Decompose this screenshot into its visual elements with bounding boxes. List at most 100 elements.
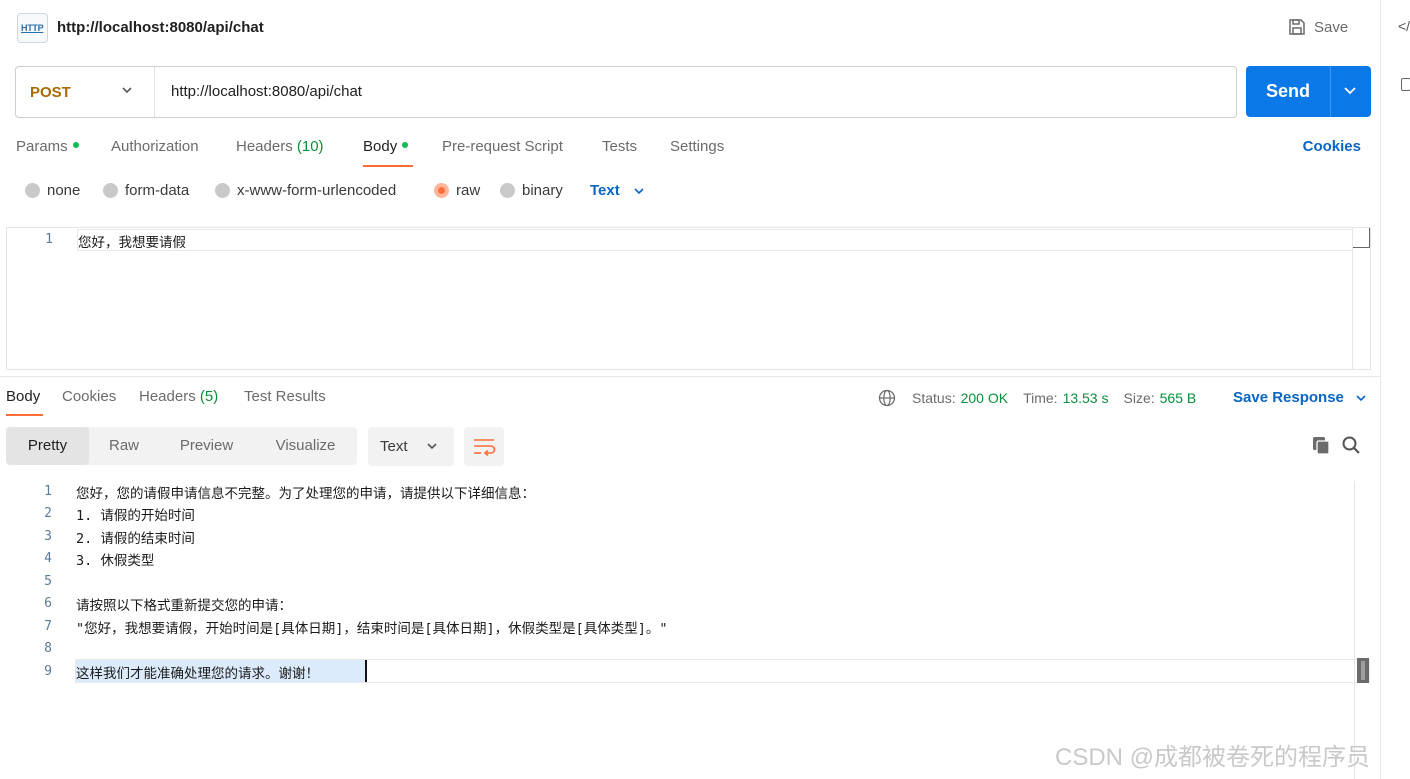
tab-settings[interactable]: Settings	[670, 138, 724, 155]
response-meta: Status: 200 OK Time: 13.53 s Size: 565 B	[878, 387, 1196, 409]
http-icon-text: HTTP	[21, 23, 44, 33]
line-number: 9	[44, 664, 52, 679]
tab-label: Authorization	[111, 138, 199, 155]
response-tabs: Body Cookies Headers (5) Test Results St…	[6, 387, 1376, 417]
method-select[interactable]: POST	[16, 67, 155, 117]
request-title[interactable]: http://localhost:8080/api/chat	[57, 19, 264, 36]
code-line: 1. 请假的开始时间	[76, 508, 195, 524]
radio-label: x-www-form-urlencoded	[237, 182, 397, 199]
line-number: 1	[44, 484, 52, 499]
code-line: 这样我们才能准确处理您的请求。谢谢！	[76, 666, 319, 682]
radio-label: form-data	[125, 182, 190, 199]
radio-circle	[215, 183, 230, 198]
code-line: 您好，您的请假申请信息不完整。为了处理您的申请，请提供以下详细信息：	[76, 486, 535, 502]
save-response-button[interactable]: Save Response	[1233, 389, 1368, 406]
tab-pre-request-script[interactable]: Pre-request Script	[442, 138, 563, 155]
code-line: 请按照以下格式重新提交您的申请：	[76, 598, 292, 614]
raw-format-dropdown[interactable]: Text	[590, 182, 646, 199]
response-scrollbar[interactable]	[1354, 481, 1371, 779]
view-mode-selector: Pretty Raw Preview Visualize	[6, 427, 357, 465]
active-tab-underline	[363, 165, 413, 167]
line-number: 2	[44, 506, 52, 521]
tab-label: Headers	[139, 388, 196, 405]
tab-label: Body	[363, 138, 398, 155]
radio-none[interactable]: none	[25, 182, 80, 199]
save-icon	[1289, 19, 1305, 35]
send-divider	[1330, 66, 1331, 117]
active-tab-underline	[6, 414, 43, 416]
line-number: 4	[44, 551, 52, 566]
save-response-label: Save Response	[1233, 389, 1344, 406]
chevron-down-icon	[1356, 394, 1366, 401]
radio-circle	[103, 183, 118, 198]
code-line: 您好，我想要请假	[78, 235, 186, 251]
tab-label: Pre-request Script	[442, 138, 563, 155]
tab-headers[interactable]: Headers (10)	[236, 138, 324, 155]
save-label: Save	[1314, 18, 1349, 36]
tab-label: Params	[16, 138, 68, 155]
response-tab-test-results[interactable]: Test Results	[244, 388, 326, 405]
headers-count: (5)	[199, 388, 219, 405]
chevron-down-icon	[122, 87, 132, 94]
radio-x-www-form-urlencoded[interactable]: x-www-form-urlencoded	[215, 182, 396, 199]
tab-params[interactable]: Params	[16, 138, 79, 155]
radio-form-data[interactable]: form-data	[103, 182, 189, 199]
response-tab-headers[interactable]: Headers (5)	[139, 388, 218, 405]
wrap-lines-button[interactable]	[464, 427, 504, 466]
view-pretty[interactable]: Pretty	[6, 427, 89, 465]
view-raw[interactable]: Raw	[89, 427, 159, 465]
line-number: 5	[44, 574, 52, 589]
tab-authorization[interactable]: Authorization	[111, 138, 199, 155]
line-number: 3	[44, 529, 52, 544]
chevron-down-icon[interactable]	[1342, 82, 1358, 98]
code-line: "您好，我想要请假，开始时间是[具体日期]，结束时间是[具体日期]，休假类型是[…	[76, 621, 668, 637]
response-format-label: Text	[380, 438, 408, 455]
tab-label: Cookies	[62, 388, 117, 405]
radio-binary[interactable]: binary	[500, 182, 563, 199]
url-bar: POST http://localhost:8080/api/chat	[15, 66, 1237, 118]
chevron-down-icon	[427, 443, 437, 450]
search-icon[interactable]	[1341, 435, 1361, 455]
radio-circle	[25, 183, 40, 198]
response-tab-cookies[interactable]: Cookies	[62, 388, 116, 405]
size-value: 565 B	[1159, 390, 1197, 406]
response-format-dropdown[interactable]: Text	[368, 427, 454, 466]
tab-label: Settings	[670, 138, 725, 155]
code-icon[interactable]: </	[1398, 18, 1410, 34]
pane-divider[interactable]	[0, 376, 1380, 377]
url-input[interactable]: http://localhost:8080/api/chat	[171, 83, 362, 100]
documentation-icon[interactable]	[1401, 78, 1410, 91]
line-number: 7	[44, 619, 52, 634]
radio-raw[interactable]: raw	[434, 182, 480, 199]
copy-icon[interactable]	[1311, 435, 1331, 455]
status-label: Status:	[912, 390, 956, 406]
radio-label: raw	[456, 182, 481, 199]
scroll-thumb[interactable]	[1353, 228, 1370, 248]
cookies-link[interactable]: Cookies	[1303, 138, 1361, 155]
response-tab-body[interactable]: Body	[6, 388, 40, 405]
view-visualize[interactable]: Visualize	[254, 427, 357, 465]
send-button[interactable]: Send	[1246, 66, 1371, 117]
params-indicator-dot	[72, 142, 79, 148]
request-tabs: Params Authorization Headers (10) Body P…	[16, 137, 1361, 167]
line-number: 8	[44, 641, 52, 656]
code-line: 2. 请假的结束时间	[76, 531, 195, 547]
view-preview[interactable]: Preview	[159, 427, 254, 465]
globe-icon[interactable]	[878, 389, 896, 407]
time-value: 13.53 s	[1062, 390, 1109, 406]
line-number: 1	[45, 232, 53, 247]
tab-tests[interactable]: Tests	[602, 138, 637, 155]
size-label: Size:	[1123, 390, 1155, 406]
scroll-position-marker[interactable]	[1357, 658, 1369, 683]
response-body-viewer[interactable]: 1 您好，您的请假申请信息不完整。为了处理您的申请，请提供以下详细信息： 2 1…	[6, 479, 1371, 779]
text-caret	[365, 660, 367, 682]
radio-label: binary	[522, 182, 563, 199]
tab-body[interactable]: Body	[363, 138, 409, 155]
save-button[interactable]: Save	[1288, 16, 1348, 38]
http-icon: HTTP	[17, 13, 48, 43]
line-number: 6	[44, 596, 52, 611]
request-body-editor[interactable]: 1 您好，我想要请假	[6, 227, 1371, 370]
editor-scrollbar[interactable]	[1352, 228, 1370, 369]
raw-format-label: Text	[590, 182, 620, 199]
right-sidebar	[1380, 0, 1410, 779]
